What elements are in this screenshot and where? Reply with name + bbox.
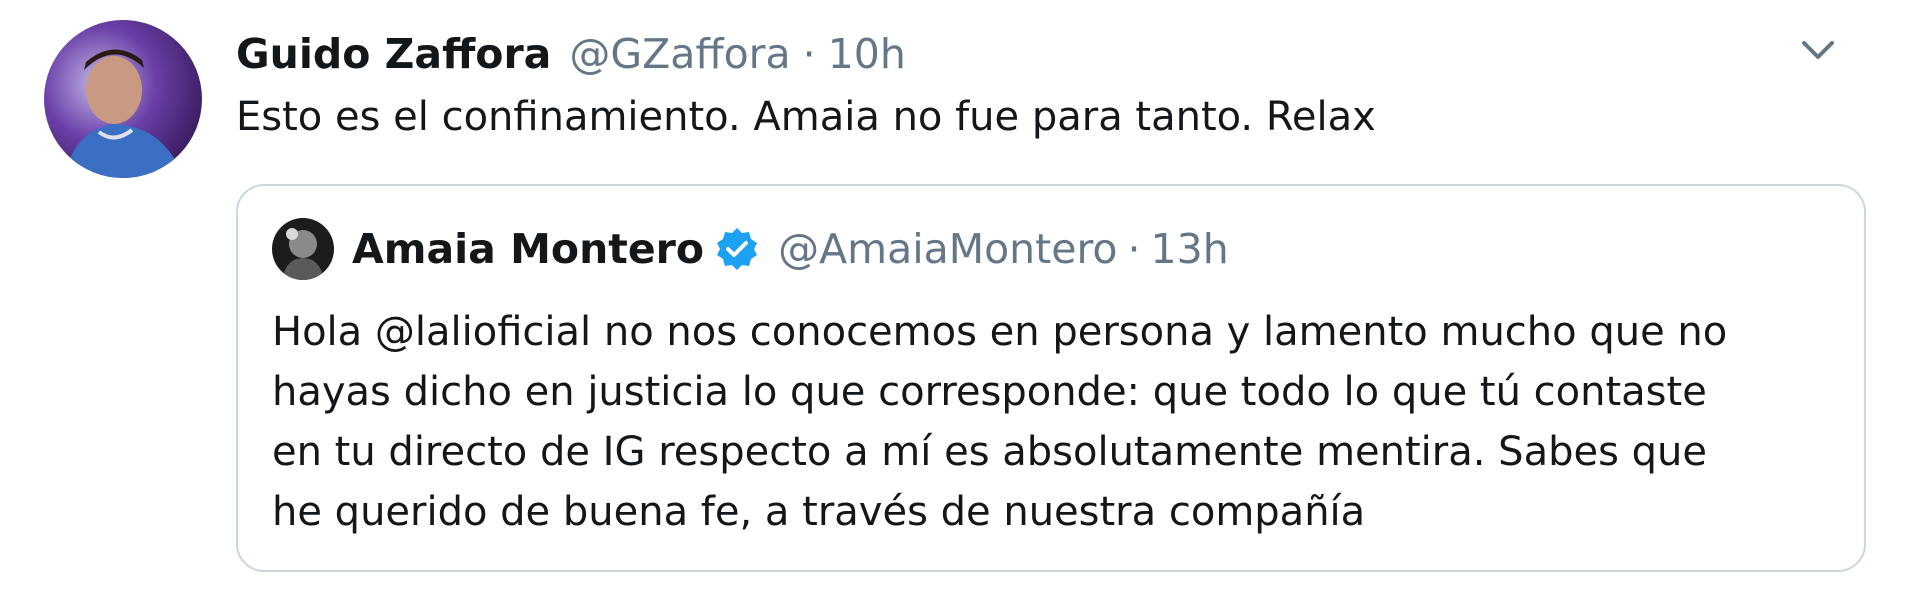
author-handle[interactable]: @GZaffora — [569, 30, 790, 78]
author-avatar[interactable] — [44, 20, 202, 178]
separator-dot: · — [802, 30, 816, 78]
quoted-text-line: Hola @lalioficial no nos conocemos en pe… — [272, 309, 1728, 355]
verified-badge-icon — [714, 226, 760, 272]
tweet-timestamp[interactable]: 10h — [828, 30, 906, 78]
tweet: Guido Zaffora @GZaffora · 10h Esto es el… — [0, 0, 1920, 592]
quoted-tweet-header: Amaia Montero @AmaiaMontero · 13h — [272, 216, 1229, 282]
quoted-text-line: en tu directo de IG respecto a mí es abs… — [272, 429, 1707, 475]
quoted-tweet-timestamp[interactable]: 13h — [1151, 225, 1229, 273]
quoted-tweet-text: Hola @lalioficial no nos conocemos en pe… — [272, 302, 1842, 542]
quoted-author-name[interactable]: Amaia Montero — [352, 225, 704, 273]
author-name[interactable]: Guido Zaffora — [236, 30, 551, 78]
tweet-text: Esto es el confinamiento. Amaia no fue p… — [236, 94, 1376, 140]
quoted-text-line: he querido de buena fe, a través de nues… — [272, 489, 1366, 535]
quoted-separator-dot: · — [1127, 225, 1141, 273]
quoted-tweet[interactable]: Amaia Montero @AmaiaMontero · 13h Hola @… — [236, 184, 1866, 572]
chevron-down-icon[interactable] — [1796, 28, 1840, 72]
tweet-header: Guido Zaffora @GZaffora · 10h — [236, 24, 906, 84]
quoted-author-handle[interactable]: @AmaiaMontero — [778, 225, 1117, 273]
quoted-text-line: hayas dicho en justicia lo que correspon… — [272, 369, 1707, 415]
quoted-author-avatar — [272, 218, 334, 280]
